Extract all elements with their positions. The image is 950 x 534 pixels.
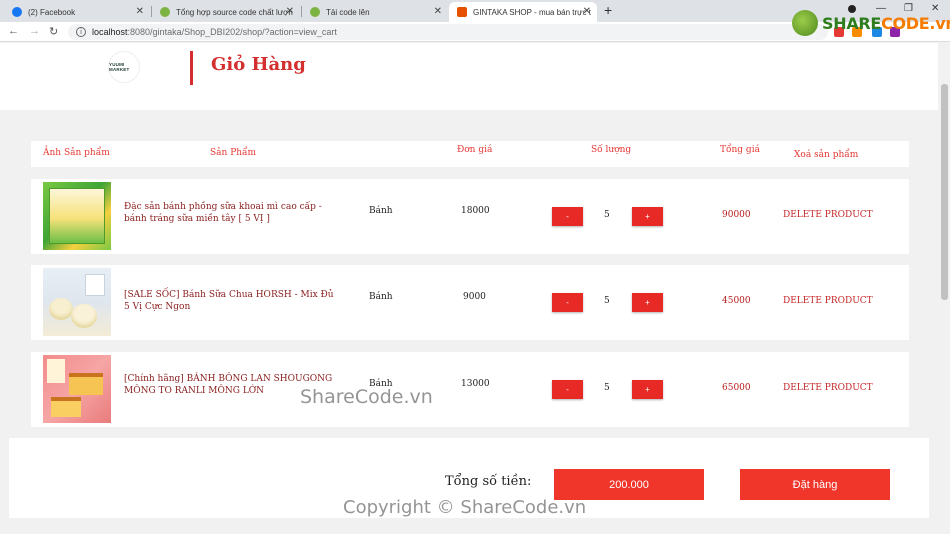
tab-title: Tổng hợp source code chất lượn [176, 7, 293, 17]
decrease-quantity-button[interactable]: - [552, 207, 583, 226]
unit-price: 18000 [461, 206, 490, 216]
browser-tab-gintaka-active[interactable]: GINTAKA SHOP - mua bán trực t ✕ [449, 2, 597, 22]
url-host: localhost [92, 27, 128, 37]
close-tab-icon[interactable]: ✕ [583, 6, 591, 17]
site-header: YUUMI MARKET Giỏ Hàng [0, 43, 938, 110]
tab-title: (2) Facebook [28, 7, 76, 17]
decrease-quantity-button[interactable]: - [552, 380, 583, 399]
increase-quantity-button[interactable]: + [632, 293, 663, 312]
browser-tab-facebook[interactable]: (2) Facebook ✕ [4, 2, 150, 22]
facebook-icon [12, 7, 22, 17]
close-tab-icon[interactable]: ✕ [434, 6, 442, 17]
cart-row: [Chính hãng] BÁNH BÔNG LAN SHOUGONG MÔNG… [31, 352, 909, 427]
product-image[interactable] [43, 268, 111, 336]
close-tab-icon[interactable]: ✕ [286, 6, 294, 17]
shop-favicon-icon [457, 7, 467, 17]
increase-quantity-button[interactable]: + [632, 380, 663, 399]
tab-title: Tải code lên [326, 7, 370, 17]
column-header-image: Ảnh Sản phẩm [43, 148, 110, 158]
product-name[interactable]: Đặc sản bánh phồng sữa khoai mì cao cấp … [124, 201, 339, 225]
column-header-remove: Xoá sản phẩm [794, 150, 859, 160]
total-label: Tổng số tiền: [445, 474, 532, 489]
increase-quantity-button[interactable]: + [632, 207, 663, 226]
sharecode-favicon-icon [160, 7, 170, 17]
cart-row: [SALE SỐC] Bánh Sữa Chua HORSH - Mix Đủ … [31, 265, 909, 340]
place-order-button[interactable]: Đặt hàng [740, 469, 890, 500]
site-info-icon[interactable]: i [76, 27, 86, 37]
total-amount: 200.000 [554, 469, 704, 500]
page-title: Giỏ Hàng [211, 54, 306, 75]
line-total: 90000 [722, 210, 751, 220]
product-image[interactable] [43, 182, 111, 250]
page-scrollbar-thumb[interactable] [941, 84, 948, 300]
sharecode-favicon-icon [310, 7, 320, 17]
browser-tab-sharecode[interactable]: Tổng hợp source code chất lượn ✕ [152, 2, 300, 22]
quantity-value: 5 [604, 383, 610, 393]
line-total: 65000 [722, 383, 751, 393]
url-path: :8080/gintaka/Shop_DBI202/shop/?action=v… [127, 27, 337, 37]
quantity-value: 5 [604, 296, 610, 306]
cart-row: Đặc sản bánh phồng sữa khoai mì cao cấp … [31, 179, 909, 254]
column-header-quantity: Số lượng [591, 145, 632, 155]
decrease-quantity-button[interactable]: - [552, 293, 583, 312]
product-category: Bánh [369, 206, 393, 216]
new-tab-icon[interactable]: + [604, 2, 612, 18]
logo-text: YUUMI MARKET [109, 62, 130, 72]
back-icon[interactable]: ← [8, 25, 19, 37]
sharecode-logo-icon [792, 10, 818, 36]
column-header-price: Đơn giá [457, 145, 493, 155]
store-logo[interactable]: YUUMI MARKET [108, 51, 140, 83]
product-category: Bánh [369, 292, 393, 302]
close-tab-icon[interactable]: ✕ [136, 6, 144, 17]
cart-table-header: Ảnh Sản phẩm Sản Phẩm Đơn giá Số lượng T… [31, 141, 909, 167]
copyright-watermark: Copyright © ShareCode.vn [343, 497, 587, 518]
unit-price: 13000 [461, 379, 490, 389]
title-divider [190, 51, 193, 85]
sharecode-watermark-logo: SHARECODE.vn [792, 10, 950, 36]
center-watermark: ShareCode.vn [300, 386, 433, 408]
unit-price: 9000 [463, 292, 486, 302]
delete-product-link[interactable]: DELETE PRODUCT [783, 296, 873, 306]
page-content: YUUMI MARKET Giỏ Hàng Ảnh Sản phẩm Sản P… [0, 43, 938, 534]
product-name[interactable]: [SALE SỐC] Bánh Sữa Chua HORSH - Mix Đủ … [124, 289, 339, 313]
product-image[interactable] [43, 355, 111, 423]
column-header-product: Sản Phẩm [210, 148, 257, 158]
forward-icon[interactable]: → [29, 25, 40, 37]
address-bar[interactable]: i localhost:8080/gintaka/Shop_DBI202/sho… [68, 24, 828, 40]
delete-product-link[interactable]: DELETE PRODUCT [783, 210, 873, 220]
line-total: 45000 [722, 296, 751, 306]
tab-title: GINTAKA SHOP - mua bán trực t [473, 7, 591, 17]
delete-product-link[interactable]: DELETE PRODUCT [783, 383, 873, 393]
reload-icon[interactable]: ↻ [49, 25, 58, 38]
quantity-value: 5 [604, 210, 610, 220]
sharecode-logo-text: SHARECODE.vn [822, 13, 950, 33]
browser-tab-upload[interactable]: Tải code lên ✕ [302, 2, 448, 22]
column-header-total: Tổng giá [720, 145, 760, 155]
